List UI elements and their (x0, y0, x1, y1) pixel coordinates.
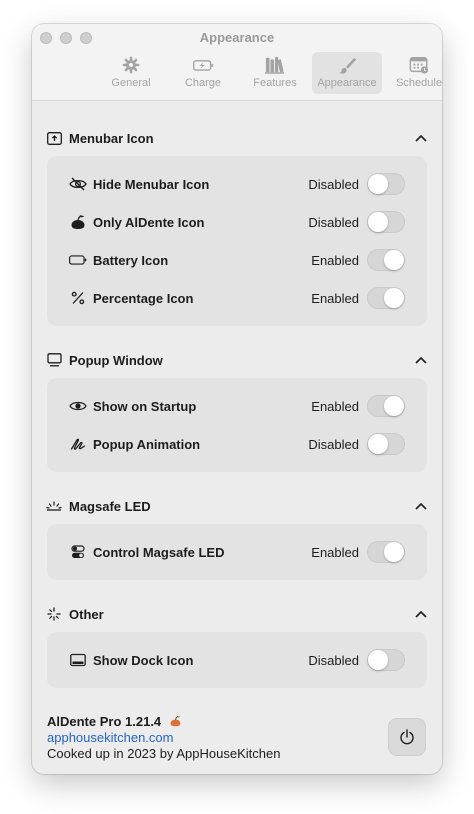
section-header-other[interactable]: Other (46, 602, 428, 626)
eye-slash-icon (69, 177, 87, 191)
calendar-icon (409, 57, 429, 74)
dock-icon (70, 653, 86, 667)
power-icon (400, 729, 414, 745)
row-label: Control Magsafe LED (93, 544, 225, 560)
row-percentage-icon: Percentage Icon Enabled (47, 279, 427, 317)
tab-appearance[interactable]: Appearance (312, 52, 382, 94)
section-title-menubar-icon: Menubar Icon (69, 130, 154, 146)
section-header-menubar-icon[interactable]: Menubar Icon (46, 126, 428, 150)
hide-menubar-icon-toggle[interactable] (367, 173, 405, 195)
chevron-up-icon[interactable] (415, 610, 427, 618)
tab-schedule[interactable]: Schedule (384, 52, 442, 94)
row-only-aldente-icon: Only AlDente Icon Disabled (47, 203, 427, 241)
row-status: Disabled (308, 176, 359, 192)
percentage-icon-toggle[interactable] (367, 287, 405, 309)
percent-icon (71, 291, 85, 305)
section-header-popup-window[interactable]: Popup Window (46, 348, 428, 372)
window-title: Appearance (199, 30, 275, 45)
row-label: Show on Startup (93, 398, 197, 414)
row-status: Disabled (308, 652, 359, 668)
row-status: Enabled (311, 398, 359, 414)
row-label: Show Dock Icon (93, 652, 194, 668)
section-title-magsafe-led: Magsafe LED (69, 498, 151, 514)
card-magsafe-led: Control Magsafe LED Enabled (47, 524, 427, 580)
credits-text: Cooked up in 2023 by AppHouseKitchen (47, 746, 281, 761)
show-dock-icon-toggle[interactable] (367, 649, 405, 671)
row-label: Popup Animation (93, 436, 201, 452)
section-title-popup-window: Popup Window (69, 352, 163, 368)
battery-charge-icon (193, 60, 214, 71)
tab-general-label: General (111, 77, 151, 89)
row-show-dock-icon: Show Dock Icon Disabled (47, 641, 427, 679)
paintbrush-icon (339, 57, 357, 74)
popup-animation-toggle[interactable] (367, 433, 405, 455)
row-control-magsafe-led: Control Magsafe LED Enabled (47, 533, 427, 571)
only-aldente-icon-toggle[interactable] (367, 211, 405, 233)
gear-icon (122, 56, 140, 74)
tab-features-label: Features (253, 77, 297, 89)
scribble-icon (70, 438, 86, 450)
row-label: Battery Icon (93, 252, 169, 268)
row-label: Hide Menubar Icon (93, 176, 210, 192)
chevron-up-icon[interactable] (415, 134, 427, 142)
toolbar-tabs: General Charge Features Appearance Sched… (96, 52, 442, 94)
aldente-logo-icon (71, 214, 85, 229)
popup-window-icon (46, 353, 62, 367)
row-hide-menubar-icon: Hide Menubar Icon Disabled (47, 165, 427, 203)
menubar-icon (46, 131, 62, 145)
tab-features[interactable]: Features (240, 52, 310, 94)
led-glow-icon (46, 501, 62, 511)
chevron-up-icon[interactable] (415, 356, 427, 364)
tab-schedule-label: Schedule (396, 77, 442, 89)
tab-charge-label: Charge (184, 77, 222, 89)
card-other: Show Dock Icon Disabled (47, 632, 427, 688)
aldente-logo-icon (170, 715, 181, 727)
app-version-text: AlDente Pro 1.21.4 (47, 714, 162, 729)
row-status: Disabled (308, 214, 359, 230)
row-show-on-startup: Show on Startup Enabled (47, 387, 427, 425)
website-link[interactable]: apphousekitchen.com (47, 730, 347, 746)
sparkle-icon (47, 607, 61, 621)
led-switch-icon (71, 545, 85, 558)
control-magsafe-led-toggle[interactable] (367, 541, 405, 563)
quit-button[interactable] (388, 718, 426, 756)
battery-icon-toggle[interactable] (367, 249, 405, 271)
card-menubar-icon: Hide Menubar Icon Disabled Only AlDente … (47, 156, 427, 326)
row-label: Percentage Icon (93, 290, 194, 306)
app-window: Appearance General Charge Features Appea… (32, 24, 442, 774)
section-header-magsafe-led[interactable]: Magsafe LED (46, 494, 428, 518)
section-title-other: Other (69, 606, 104, 622)
battery-icon (69, 255, 87, 265)
tab-appearance-label: Appearance (317, 77, 377, 89)
row-label: Only AlDente Icon (93, 214, 205, 230)
row-status: Enabled (311, 544, 359, 560)
title-bar: Appearance General Charge Features Appea… (32, 24, 442, 101)
books-icon (265, 56, 285, 74)
footer-info: AlDente Pro 1.21.4 apphousekitchen.com C… (47, 714, 347, 762)
row-status: Enabled (311, 290, 359, 306)
row-status: Enabled (311, 252, 359, 268)
tab-general[interactable]: General (96, 52, 166, 94)
row-popup-animation: Popup Animation Disabled (47, 425, 427, 463)
card-popup-window: Show on Startup Enabled Popup Animation … (47, 378, 427, 472)
chevron-up-icon[interactable] (415, 502, 427, 510)
row-status: Disabled (308, 436, 359, 452)
eye-icon (69, 401, 87, 411)
show-on-startup-toggle[interactable] (367, 395, 405, 417)
tab-charge[interactable]: Charge (168, 52, 238, 94)
row-battery-icon: Battery Icon Enabled (47, 241, 427, 279)
app-version: AlDente Pro 1.21.4 (47, 714, 347, 730)
